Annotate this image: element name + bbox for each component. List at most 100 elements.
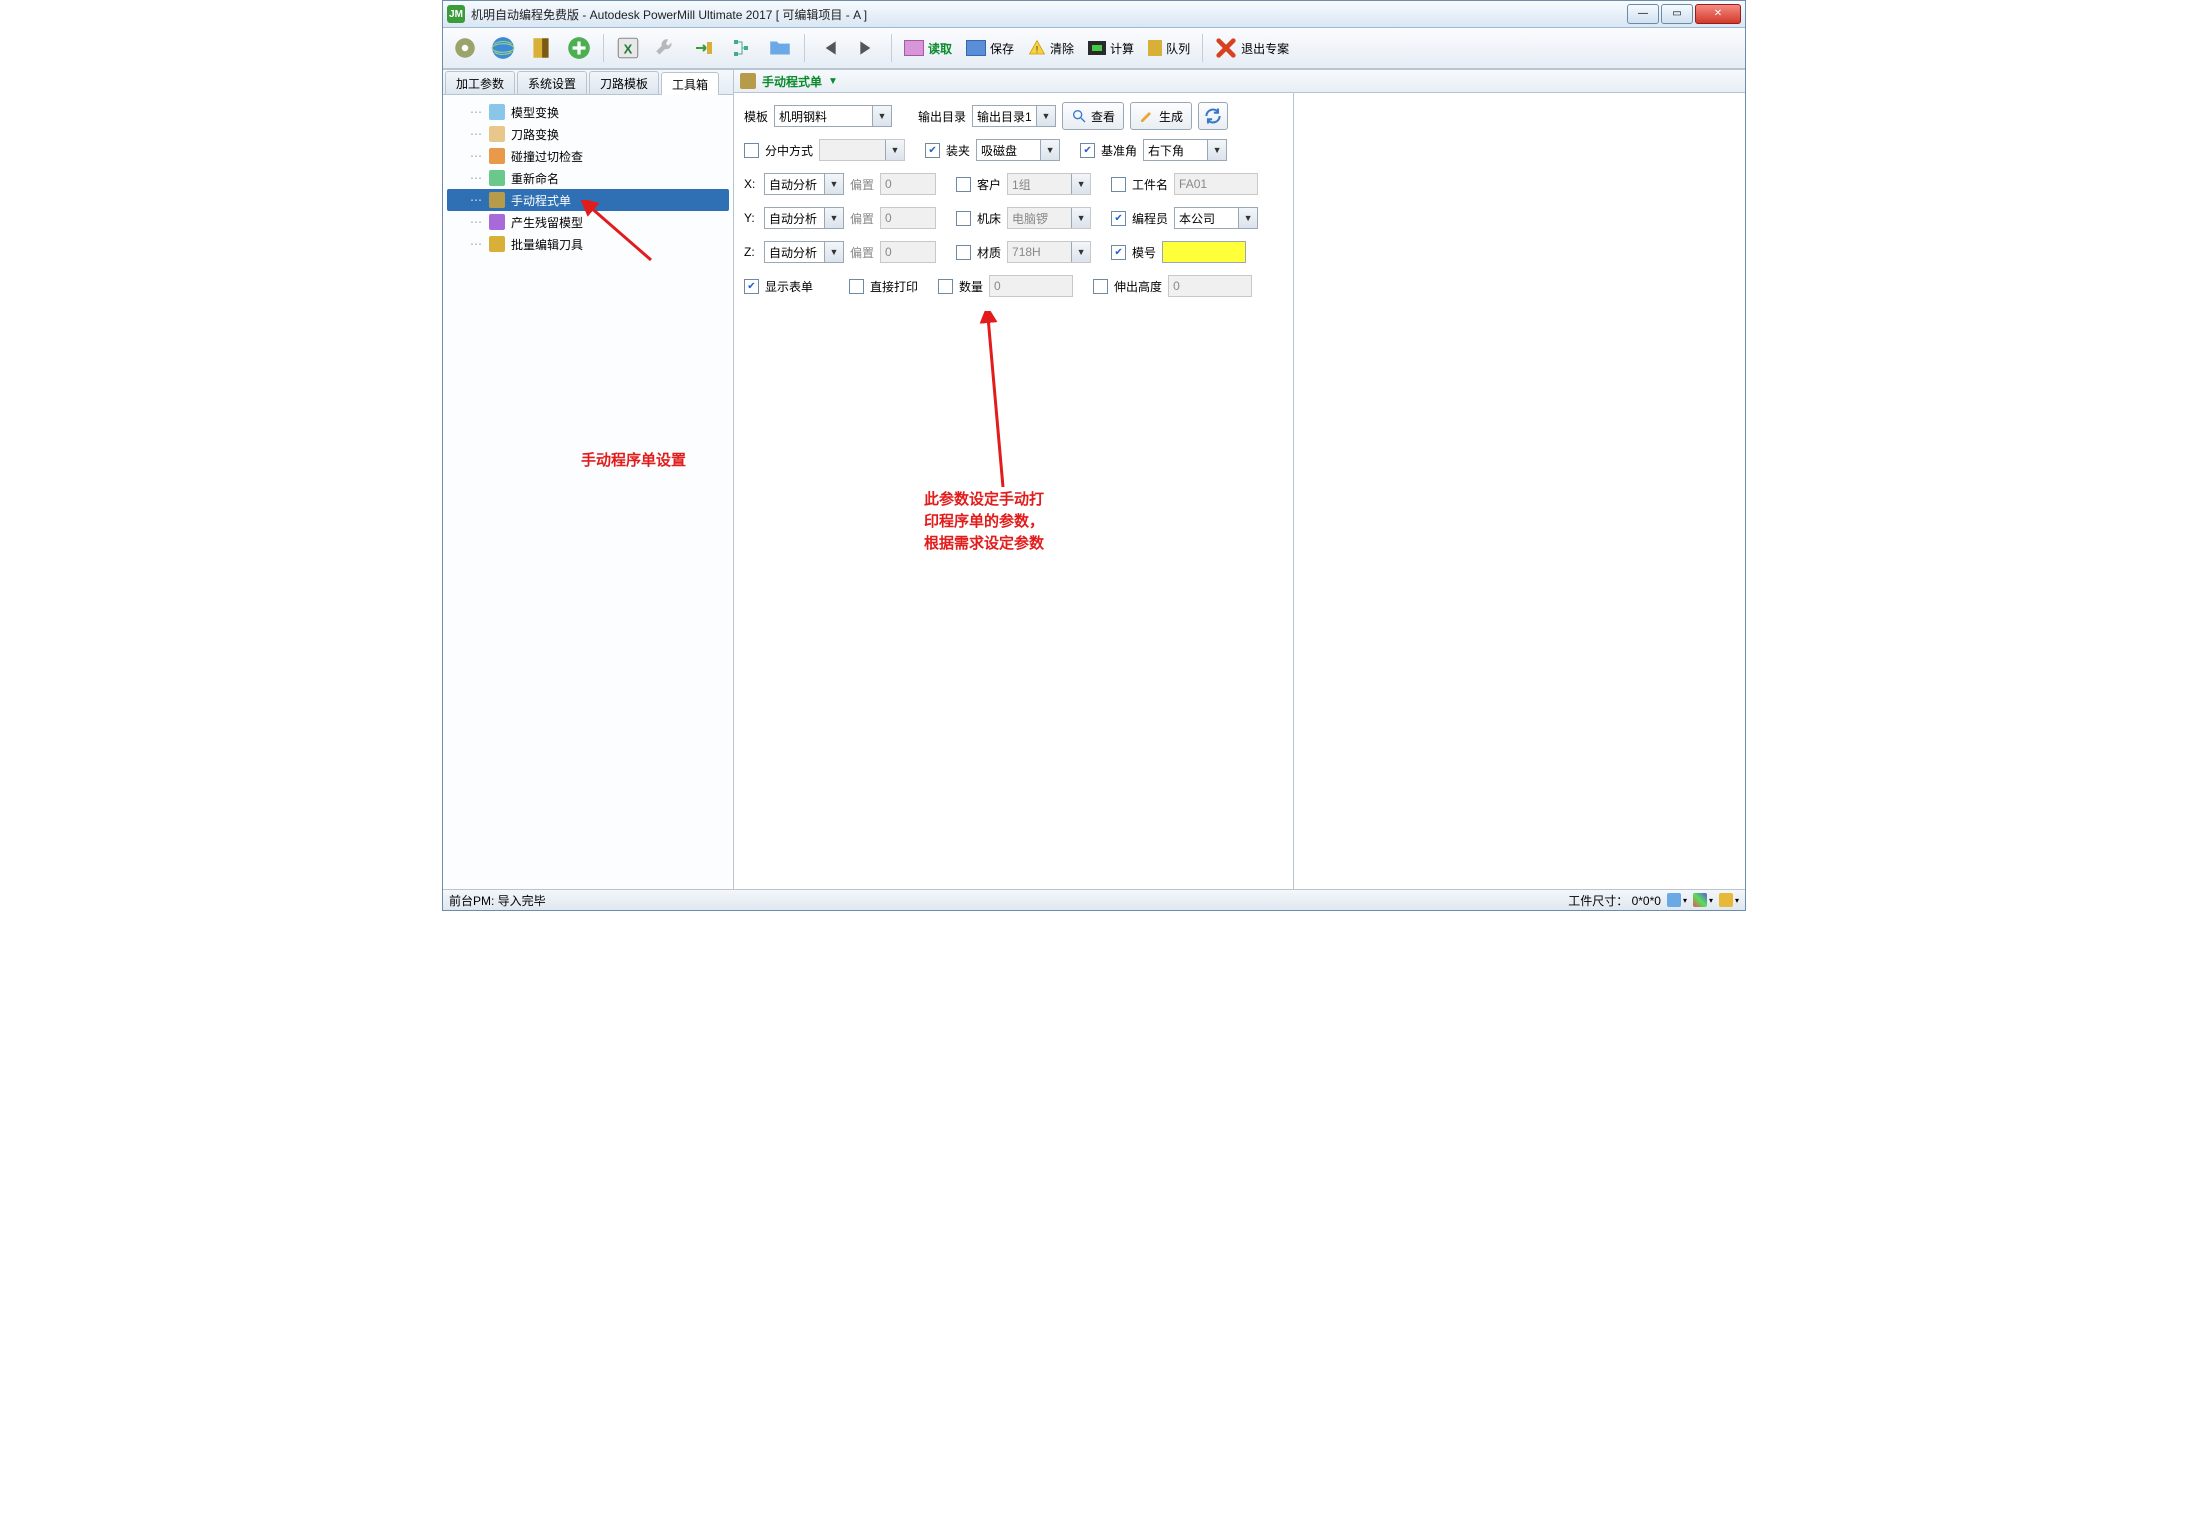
tree-item-batch-edit-tools[interactable]: ⋯批量编辑刀具 (447, 233, 729, 255)
exit-plan-button[interactable]: 退出专案 (1211, 33, 1293, 63)
view-label: 查看 (1091, 108, 1115, 125)
programmer-value: 本公司 (1179, 210, 1215, 227)
status-color-icon[interactable] (1693, 893, 1707, 907)
material-value: 718H (1012, 245, 1041, 259)
tab-machining-params[interactable]: 加工参数 (445, 71, 515, 94)
x-mode-select[interactable]: 自动分析▼ (764, 173, 844, 195)
quantity-input[interactable]: 0 (989, 275, 1073, 297)
customer-checkbox[interactable] (956, 177, 971, 192)
globe-icon[interactable] (487, 32, 519, 64)
tree-item-residual-model[interactable]: ⋯产生残留模型 (447, 211, 729, 233)
center-checkbox[interactable] (744, 143, 759, 158)
tab-toolpath-template[interactable]: 刀路模板 (589, 71, 659, 94)
z-mode-select[interactable]: 自动分析▼ (764, 241, 844, 263)
x-mode-value: 自动分析 (769, 176, 817, 193)
refresh-button[interactable] (1198, 102, 1228, 130)
material-select[interactable]: 718H▼ (1007, 241, 1091, 263)
datum-select[interactable]: 右下角▼ (1143, 139, 1227, 161)
machine-select[interactable]: 电脑锣▼ (1007, 207, 1091, 229)
z-label: Z: (744, 245, 758, 259)
tree-label: 碰撞过切检查 (511, 148, 583, 165)
customer-select[interactable]: 1组▼ (1007, 173, 1091, 195)
clamp-checkbox[interactable] (925, 143, 940, 158)
material-checkbox[interactable] (956, 245, 971, 260)
y-label: Y: (744, 211, 758, 225)
output-dir-select[interactable]: 输出目录1▼ (972, 105, 1056, 127)
status-left-text: 前台PM: 导入完毕 (449, 892, 546, 909)
datum-checkbox[interactable] (1080, 143, 1095, 158)
tree-item-toolpath-transform[interactable]: ⋯刀路变换 (447, 123, 729, 145)
batch-icon (489, 236, 505, 252)
tab-system-settings[interactable]: 系统设置 (517, 71, 587, 94)
y-mode-value: 自动分析 (769, 210, 817, 227)
partname-input[interactable]: FA01 (1174, 173, 1258, 195)
generate-button[interactable]: 生成 (1130, 102, 1192, 130)
tool-icon[interactable] (525, 32, 557, 64)
pencil-icon (1139, 108, 1155, 124)
extend-height-input[interactable]: 0 (1168, 275, 1252, 297)
template-select[interactable]: 机明钢料▼ (774, 105, 892, 127)
center-label: 分中方式 (765, 142, 813, 159)
y-offset-label: 偏置 (850, 210, 874, 227)
tree-item-collision-check[interactable]: ⋯碰撞过切检查 (447, 145, 729, 167)
read-button[interactable]: 读取 (900, 33, 956, 63)
toolbar-separator (891, 34, 892, 62)
annotation-right-line: 此参数设定手动打 (924, 489, 1084, 511)
x-offset-input[interactable]: 0 (880, 173, 936, 195)
minimize-button[interactable]: — (1627, 4, 1659, 24)
tree-icon[interactable] (726, 32, 758, 64)
partname-checkbox[interactable] (1111, 177, 1126, 192)
toolbar-separator (1202, 34, 1203, 62)
tree-item-rename[interactable]: ⋯重新命名 (447, 167, 729, 189)
center-select[interactable]: ▼ (819, 139, 905, 161)
dropdown-arrow-icon[interactable]: ▼ (828, 76, 838, 87)
machine-checkbox[interactable] (956, 211, 971, 226)
clamp-select[interactable]: 吸磁盘▼ (976, 139, 1060, 161)
z-offset-label: 偏置 (850, 244, 874, 261)
status-folder-icon[interactable] (1719, 893, 1733, 907)
programmer-checkbox[interactable] (1111, 211, 1126, 226)
calc-button[interactable]: 计算 (1084, 33, 1138, 63)
refresh-icon (1203, 106, 1223, 126)
residual-icon (489, 214, 505, 230)
tab-toolbox[interactable]: 工具箱 (661, 72, 719, 95)
mold-label: 模号 (1132, 244, 1156, 261)
programmer-select[interactable]: 本公司▼ (1174, 207, 1258, 229)
clear-label: 清除 (1050, 40, 1074, 57)
import-icon[interactable] (688, 32, 720, 64)
close-button[interactable]: ✕ (1695, 4, 1741, 24)
tree-item-manual-program-sheet[interactable]: ⋯手动程式单 (447, 189, 729, 211)
maximize-button[interactable]: ▭ (1661, 4, 1693, 24)
excel-icon[interactable]: X (612, 32, 644, 64)
show-sheet-label: 显示表单 (765, 278, 813, 295)
show-sheet-checkbox[interactable] (744, 279, 759, 294)
settings-icon[interactable] (449, 32, 481, 64)
body: 加工参数 系统设置 刀路模板 工具箱 ⋯模型变换 ⋯刀路变换 ⋯碰撞过切检查 ⋯… (443, 69, 1745, 890)
folder-icon[interactable] (764, 32, 796, 64)
direct-print-checkbox[interactable] (849, 279, 864, 294)
y-offset-input[interactable]: 0 (880, 207, 936, 229)
extend-height-checkbox[interactable] (1093, 279, 1108, 294)
add-icon[interactable] (563, 32, 595, 64)
clear-button[interactable]: !清除 (1024, 33, 1078, 63)
queue-button[interactable]: 队列 (1144, 33, 1194, 63)
wrench-icon[interactable] (650, 32, 682, 64)
direct-print-label: 直接打印 (870, 278, 918, 295)
z-offset-input[interactable]: 0 (880, 241, 936, 263)
tree-item-model-transform[interactable]: ⋯模型变换 (447, 101, 729, 123)
sub-toolbar-title: 手动程式单 (762, 73, 822, 90)
y-mode-select[interactable]: 自动分析▼ (764, 207, 844, 229)
save-button[interactable]: 保存 (962, 33, 1018, 63)
skip-end-icon[interactable] (851, 32, 883, 64)
quantity-checkbox[interactable] (938, 279, 953, 294)
datum-value: 右下角 (1148, 142, 1184, 159)
mold-checkbox[interactable] (1111, 245, 1126, 260)
quantity-label: 数量 (959, 278, 983, 295)
view-button[interactable]: 查看 (1062, 102, 1124, 130)
mold-input[interactable] (1162, 241, 1246, 263)
skip-start-icon[interactable] (813, 32, 845, 64)
exit-label: 退出专案 (1241, 40, 1289, 57)
rename-icon (489, 170, 505, 186)
status-icon[interactable] (1667, 893, 1681, 907)
preview-area (1294, 93, 1745, 890)
